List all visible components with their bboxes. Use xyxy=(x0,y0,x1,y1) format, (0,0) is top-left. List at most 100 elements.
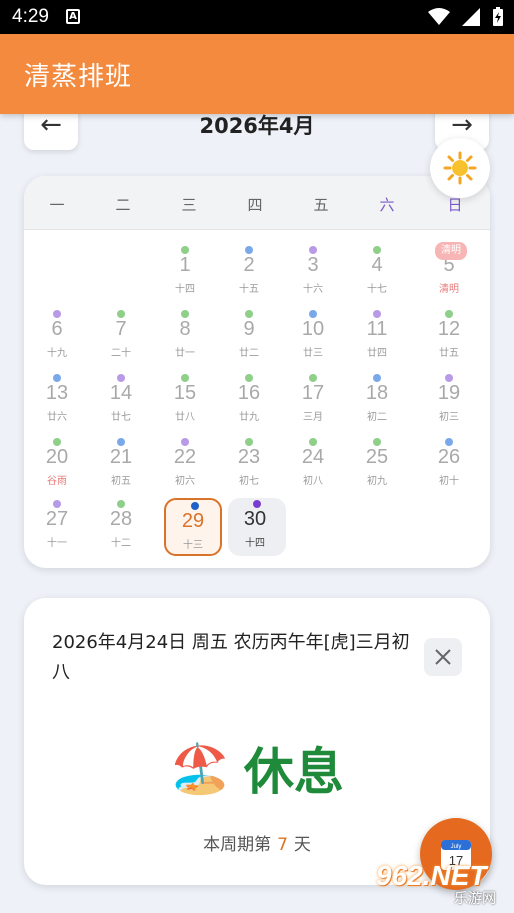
lunar-date: 十六 xyxy=(303,284,323,295)
day-number: 16 xyxy=(237,382,261,404)
day-number: 8 xyxy=(179,318,191,340)
day-number: 19 xyxy=(437,382,461,404)
day-number: 11 xyxy=(366,318,388,340)
calendar-day[interactable]: 27 十一 xyxy=(25,498,89,554)
calendar-day[interactable]: 2 十五 xyxy=(217,244,281,300)
shift-dot xyxy=(245,374,253,382)
calendar-day[interactable]: 15 廿八 xyxy=(153,372,217,428)
shift-dot xyxy=(245,438,253,446)
lunar-date: 十二 xyxy=(111,538,131,549)
day-number: 23 xyxy=(237,446,261,468)
lunar-date: 初五 xyxy=(111,476,131,487)
calendar-day[interactable]: 8 廿一 xyxy=(153,308,217,364)
clock: 4:29 xyxy=(12,6,49,27)
beach-umbrella-icon: 🏖️ xyxy=(170,740,230,797)
day-number: 27 xyxy=(45,508,69,530)
shift-dot xyxy=(309,438,317,446)
lunar-date: 初九 xyxy=(367,476,387,487)
day-number: 6 xyxy=(51,318,63,340)
day-number: 22 xyxy=(173,446,197,468)
weekday-tue: 二 xyxy=(115,196,131,214)
shift-dot xyxy=(373,438,381,446)
lunar-date: 十七 xyxy=(367,284,387,295)
lunar-date: 廿九 xyxy=(239,412,259,423)
calendar-day[interactable]: 23 初七 xyxy=(217,436,281,492)
day-detail-card: 2026年4月24日 周五 农历丙午年[虎]三月初八 🏖️ 休息 本周期第 7 天 xyxy=(24,598,490,885)
lunar-date: 廿七 xyxy=(111,412,131,423)
day-number: 4 xyxy=(371,254,383,276)
lunar-date: 清明 xyxy=(439,284,459,295)
lunar-date: 十五 xyxy=(239,284,259,295)
weekday-header: 一 二 三 四 五 六 日 xyxy=(24,176,490,230)
lunar-date: 廿三 xyxy=(303,348,323,359)
calendar-day[interactable]: 1 十四 xyxy=(153,244,217,300)
day-number: 3 xyxy=(307,254,319,276)
weekday-sat: 六 xyxy=(379,196,395,214)
close-button[interactable] xyxy=(424,638,462,676)
calendar-day[interactable]: 11 廿四 xyxy=(345,308,409,364)
day-number: 29 xyxy=(181,510,205,532)
month-title: 2026年4月 xyxy=(199,114,315,138)
watermark-sub: 乐游网 xyxy=(454,891,496,907)
calendar-day[interactable]: 19 初三 xyxy=(417,372,481,428)
shift-dot xyxy=(309,310,317,318)
shift-status: 🏖️ 休息 xyxy=(24,732,490,804)
shift-dot xyxy=(181,438,189,446)
shift-dot xyxy=(253,500,261,508)
day-number: 24 xyxy=(301,446,325,468)
day-number: 1 xyxy=(179,254,191,276)
shift-dot xyxy=(309,246,317,254)
theme-toggle-button[interactable] xyxy=(430,138,490,198)
day-number: 26 xyxy=(437,446,461,468)
calendar-day[interactable]: 20 谷雨 xyxy=(25,436,89,492)
calendar-day[interactable]: 26 初十 xyxy=(417,436,481,492)
watermark: 962.NET 乐游网 xyxy=(374,858,510,908)
app-title: 清蒸排班 xyxy=(24,62,133,92)
lunar-date: 初八 xyxy=(303,476,323,487)
calendar-day[interactable]: 6 十九 xyxy=(25,308,89,364)
shift-dot xyxy=(309,374,317,382)
day-number: 30 xyxy=(243,508,267,530)
weekday-thu: 四 xyxy=(247,196,263,214)
calendar-day[interactable]: 22 初六 xyxy=(153,436,217,492)
weekday-mon: 一 xyxy=(49,196,65,214)
calendar-day[interactable]: 13 廿六 xyxy=(25,372,89,428)
day-number: 20 xyxy=(45,446,69,468)
calendar-day[interactable]: 25 初九 xyxy=(345,436,409,492)
lunar-date: 十一 xyxy=(47,538,67,549)
shift-dot xyxy=(191,502,199,510)
calendar-day[interactable]: 21 初五 xyxy=(89,436,153,492)
lunar-date: 谷雨 xyxy=(47,476,67,487)
shift-status-text: 休息 xyxy=(243,743,344,801)
calendar-day[interactable]: 30 十四 xyxy=(228,498,286,556)
lunar-date: 二十 xyxy=(111,348,131,359)
shift-dot xyxy=(53,310,61,318)
shift-dot xyxy=(117,500,125,508)
calendar-day[interactable]: 24 初八 xyxy=(281,436,345,492)
calendar-day[interactable]: 4 十七 xyxy=(345,244,409,300)
calendar-day[interactable]: 7 二十 xyxy=(89,308,153,364)
day-number: 7 xyxy=(115,318,127,340)
calendar-day[interactable]: 28 十二 xyxy=(89,498,153,554)
day-number: 28 xyxy=(109,508,133,530)
lunar-date: 十三 xyxy=(183,540,203,551)
calendar-day[interactable]: 10 廿三 xyxy=(281,308,345,364)
calendar-day[interactable]: 29 十三 xyxy=(164,498,222,556)
calendar-day[interactable]: 9 廿二 xyxy=(217,308,281,364)
calendar-day[interactable]: 18 初二 xyxy=(345,372,409,428)
calendar-day[interactable]: 16 廿九 xyxy=(217,372,281,428)
close-icon xyxy=(435,649,451,665)
sun-icon xyxy=(443,151,477,185)
day-number: 15 xyxy=(173,382,197,404)
lunar-date: 廿四 xyxy=(367,348,387,359)
calendar-day[interactable]: 12 廿五 xyxy=(417,308,481,364)
day-number: 21 xyxy=(109,446,133,468)
weekday-wed: 三 xyxy=(181,196,197,214)
calendar-day[interactable]: 17 三月 xyxy=(281,372,345,428)
shift-dot xyxy=(445,438,453,446)
calendar-day[interactable]: 3 十六 xyxy=(281,244,345,300)
shift-dot xyxy=(117,438,125,446)
calendar-day[interactable]: 14 廿七 xyxy=(89,372,153,428)
lunar-date: 廿一 xyxy=(175,348,195,359)
day-number: 9 xyxy=(243,318,255,340)
